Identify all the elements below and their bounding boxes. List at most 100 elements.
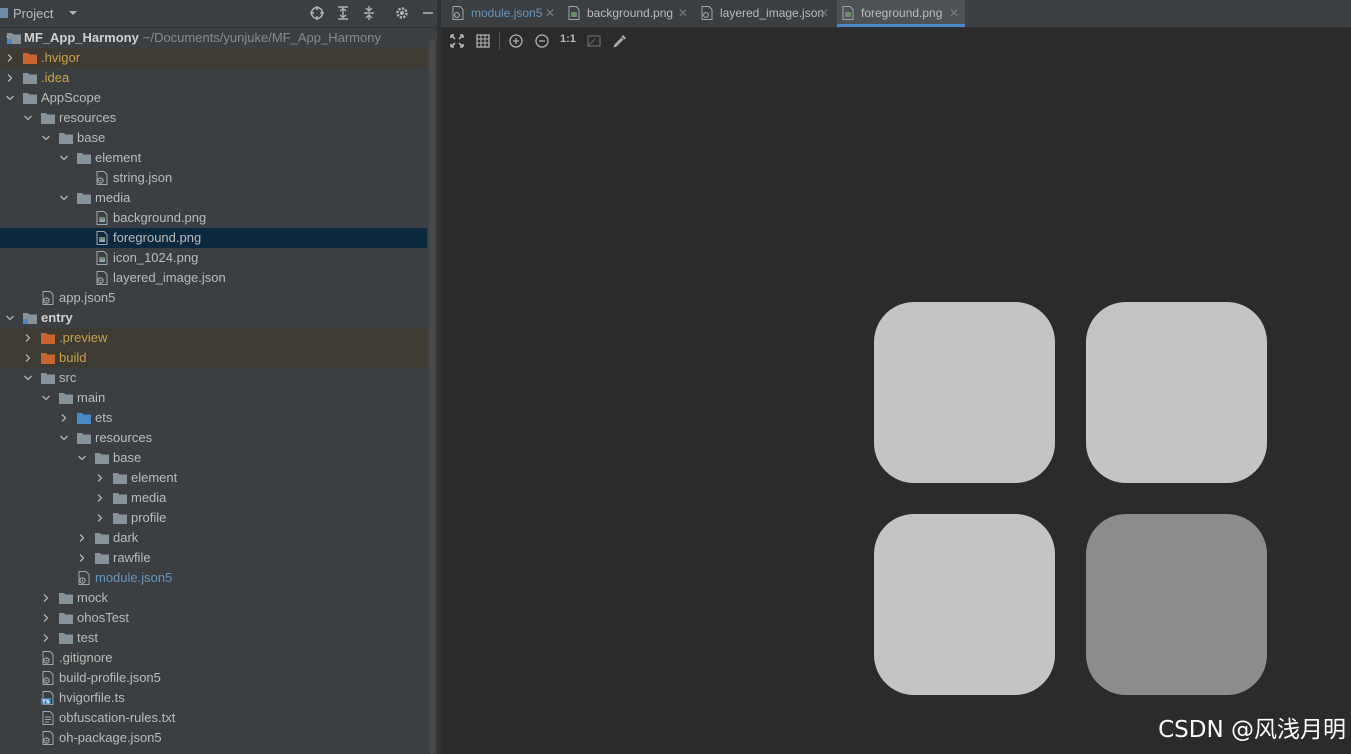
actual-size-button[interactable]: 1:1: [560, 33, 576, 45]
tree-item-label: profile: [131, 510, 167, 525]
tree-item[interactable]: build-profile.json5: [0, 668, 427, 688]
editor-tab-label: module.json5: [471, 6, 543, 20]
background-toggle-icon[interactable]: [586, 33, 602, 49]
tree-item[interactable]: media: [0, 188, 427, 208]
tree-item[interactable]: ohosTest: [0, 608, 427, 628]
tree-item[interactable]: .preview: [0, 328, 427, 348]
tree-item[interactable]: obfuscation-rules.txt: [0, 708, 427, 728]
tree-item[interactable]: test: [0, 628, 427, 648]
chevron-down-icon[interactable]: [77, 453, 87, 463]
close-icon[interactable]: ✕: [678, 0, 688, 27]
chevron-down-icon[interactable]: [5, 313, 15, 323]
tree-item[interactable]: layered_image.json: [0, 268, 427, 288]
tree-item-label: .preview: [59, 330, 108, 345]
folder-icon: [59, 133, 73, 144]
close-icon[interactable]: ✕: [949, 0, 959, 27]
close-icon[interactable]: ✕: [545, 0, 555, 27]
chevron-down-icon[interactable]: [65, 5, 81, 21]
tree-item[interactable]: element: [0, 468, 427, 488]
chevron-down-icon[interactable]: [41, 393, 51, 403]
tree-item[interactable]: icon_1024.png: [0, 248, 427, 268]
folder-icon: [95, 453, 109, 464]
tree-root-row[interactable]: MF_App_Harmony ~/Documents/yunjuke/MF_App…: [0, 28, 427, 48]
fit-to-window-icon[interactable]: [449, 33, 465, 49]
chevron-right-icon[interactable]: [41, 613, 51, 623]
chevron-right-icon[interactable]: [95, 493, 105, 503]
tree-item[interactable]: entry: [0, 308, 427, 328]
tree-item[interactable]: profile: [0, 508, 427, 528]
folder-icon: [59, 393, 73, 404]
editor-tab[interactable]: module.json5 ✕: [447, 0, 561, 27]
chevron-right-icon[interactable]: [41, 593, 51, 603]
tree-item[interactable]: .hvigor: [0, 48, 427, 68]
tree-item[interactable]: element: [0, 148, 427, 168]
tree-item[interactable]: mock: [0, 588, 427, 608]
close-icon[interactable]: ✕: [819, 0, 829, 27]
tree-item[interactable]: rawfile: [0, 548, 427, 568]
project-name: MF_App_Harmony: [24, 30, 139, 45]
expand-all-icon[interactable]: [335, 5, 351, 21]
zoom-out-icon[interactable]: [534, 33, 550, 49]
editor-tab-label: background.png: [587, 6, 674, 20]
chevron-right-icon[interactable]: [77, 553, 87, 563]
collapse-all-icon[interactable]: [361, 5, 377, 21]
tree-item[interactable]: main: [0, 388, 427, 408]
chevron-right-icon[interactable]: [5, 53, 15, 63]
tree-scrollbar[interactable]: [429, 40, 435, 754]
project-view-selector[interactable]: Project: [13, 6, 53, 21]
chevron-right-icon[interactable]: [77, 533, 87, 543]
tree-item[interactable]: oh-package.json5: [0, 728, 427, 748]
tree-item[interactable]: ets: [0, 408, 427, 428]
gear-icon[interactable]: [394, 5, 410, 21]
chevron-right-icon[interactable]: [95, 473, 105, 483]
chevron-down-icon[interactable]: [41, 133, 51, 143]
color-picker-icon[interactable]: [612, 33, 628, 49]
editor-tab[interactable]: background.png ✕: [563, 0, 694, 27]
chevron-down-icon[interactable]: [59, 153, 69, 163]
grid-icon[interactable]: [475, 33, 491, 49]
tree-item[interactable]: .idea: [0, 68, 427, 88]
tree-item[interactable]: TS hvigorfile.ts: [0, 688, 427, 708]
svg-text:TS: TS: [42, 699, 50, 705]
tree-item[interactable]: build: [0, 348, 427, 368]
zoom-in-icon[interactable]: [508, 33, 524, 49]
tree-item-label: ohosTest: [77, 610, 130, 625]
editor-tab[interactable]: foreground.png ✕: [837, 0, 965, 27]
chevron-right-icon[interactable]: [59, 413, 69, 423]
chevron-down-icon[interactable]: [5, 93, 15, 103]
text-file-icon: [42, 711, 54, 725]
tree-item[interactable]: base: [0, 448, 427, 468]
tree-item-label: obfuscation-rules.txt: [59, 710, 176, 725]
chevron-right-icon[interactable]: [41, 633, 51, 643]
tree-item[interactable]: resources: [0, 108, 427, 128]
tree-item[interactable]: dark: [0, 528, 427, 548]
tree-item-label: resources: [95, 430, 153, 445]
image-viewer-toolbar: 1:1: [441, 28, 1351, 54]
tree-item[interactable]: foreground.png: [0, 228, 427, 248]
project-panel: Project MF_App_Harmony ~/Documents/yunju…: [0, 0, 437, 754]
chevron-down-icon[interactable]: [59, 193, 69, 203]
locate-file-icon[interactable]: [309, 5, 325, 21]
tree-item-label: entry: [41, 310, 73, 325]
tree-item[interactable]: .gitignore: [0, 648, 427, 668]
chevron-right-icon[interactable]: [5, 73, 15, 83]
chevron-right-icon[interactable]: [23, 353, 33, 363]
tree-item[interactable]: background.png: [0, 208, 427, 228]
chevron-down-icon[interactable]: [59, 433, 69, 443]
tree-item[interactable]: app.json5: [0, 288, 427, 308]
tree-item[interactable]: media: [0, 488, 427, 508]
minimize-icon[interactable]: [420, 5, 436, 21]
chevron-right-icon[interactable]: [23, 333, 33, 343]
tree-item[interactable]: resources: [0, 428, 427, 448]
tree-item[interactable]: base: [0, 128, 427, 148]
toolbar-separator: [499, 32, 500, 50]
tree-item[interactable]: module.json5: [0, 568, 427, 588]
editor-tab[interactable]: layered_image.json ✕: [696, 0, 835, 27]
chevron-down-icon[interactable]: [23, 113, 33, 123]
tree-item[interactable]: AppScope: [0, 88, 427, 108]
chevron-down-icon[interactable]: [23, 373, 33, 383]
chevron-right-icon[interactable]: [95, 513, 105, 523]
tree-item[interactable]: string.json: [0, 168, 427, 188]
tree-item-label: resources: [59, 110, 117, 125]
tree-item[interactable]: src: [0, 368, 427, 388]
